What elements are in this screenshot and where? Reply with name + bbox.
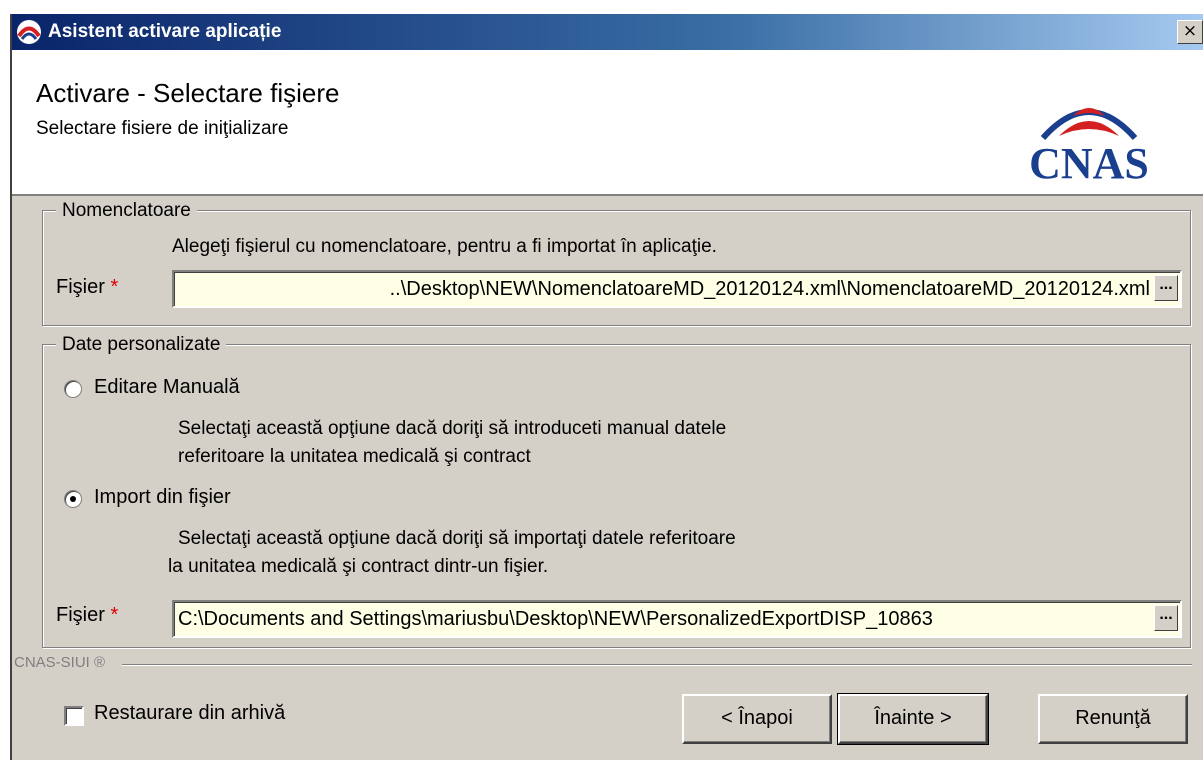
title-bar[interactable]: Asistent activare aplicație × bbox=[12, 14, 1203, 50]
ellipsis-icon[interactable]: ... bbox=[1154, 605, 1178, 631]
date-personalizate-file-input[interactable]: C:\Documents and Settings\mariusbu\Deskt… bbox=[172, 600, 1182, 638]
restore-checkbox[interactable] bbox=[64, 706, 84, 726]
nomenclatoare-file-input[interactable]: ..\Desktop\NEW\NomenclatoareMD_20120124.… bbox=[172, 270, 1182, 308]
cancel-button[interactable]: Renunţă bbox=[1038, 694, 1188, 744]
dialog-window: Asistent activare aplicație × Activare -… bbox=[10, 14, 1203, 760]
nomenclatoare-file-value: ..\Desktop\NEW\NomenclatoareMD_20120124.… bbox=[389, 278, 1150, 300]
required-marker: * bbox=[110, 276, 119, 298]
radio-editare-manuala-label[interactable]: Editare Manuală bbox=[94, 376, 240, 399]
date-personalizate-file-label: Fişier * bbox=[56, 604, 118, 627]
radio-import-din-fisier-label[interactable]: Import din fişier bbox=[94, 486, 231, 509]
brand-label: CNAS-SIUI ® bbox=[14, 654, 106, 671]
wizard-header: Activare - Selectare fişiere Selectare f… bbox=[12, 50, 1203, 196]
logo-text: CNAS bbox=[1029, 139, 1149, 184]
manual-description-line2: referitoare la unitatea medicală şi cont… bbox=[178, 446, 531, 467]
radio-editare-manuala[interactable] bbox=[64, 380, 82, 398]
window-title: Asistent activare aplicație bbox=[48, 21, 282, 42]
date-personalizate-file-value: C:\Documents and Settings\mariusbu\Deskt… bbox=[178, 608, 933, 630]
nomenclatoare-file-label: Fişier * bbox=[56, 276, 118, 299]
page-subtitle: Selectare fisiere de iniţializare bbox=[36, 118, 289, 139]
back-button[interactable]: < Înapoi bbox=[682, 694, 832, 744]
file-label-text: Fişier bbox=[56, 604, 105, 626]
import-description-line1: Selectaţi această opţiune dacă doriţi să… bbox=[178, 528, 736, 549]
file-label-text: Fişier bbox=[56, 276, 105, 298]
restore-checkbox-label[interactable]: Restaurare din arhivă bbox=[94, 702, 285, 725]
date-personalizate-legend: Date personalizate bbox=[56, 334, 227, 356]
next-button[interactable]: Înainte > bbox=[837, 693, 989, 745]
ellipsis-icon[interactable]: ... bbox=[1154, 275, 1178, 301]
close-icon[interactable]: × bbox=[1177, 20, 1203, 44]
footer-separator bbox=[122, 664, 1192, 666]
nomenclatoare-description: Alegeţi fişierul cu nomenclatoare, pentr… bbox=[172, 236, 717, 257]
required-marker: * bbox=[110, 604, 119, 626]
cnas-logo: CNAS bbox=[1029, 108, 1149, 184]
cnas-logo-icon bbox=[17, 20, 41, 44]
radio-import-din-fisier[interactable] bbox=[64, 490, 82, 508]
nomenclatoare-group bbox=[42, 210, 1191, 326]
nomenclatoare-legend: Nomenclatoare bbox=[56, 200, 197, 222]
import-description-line2: la unitatea medicală şi contract dintr-u… bbox=[168, 556, 549, 577]
manual-description-line1: Selectaţi această opţiune dacă doriţi să… bbox=[178, 418, 727, 439]
page-title: Activare - Selectare fişiere bbox=[36, 78, 340, 108]
